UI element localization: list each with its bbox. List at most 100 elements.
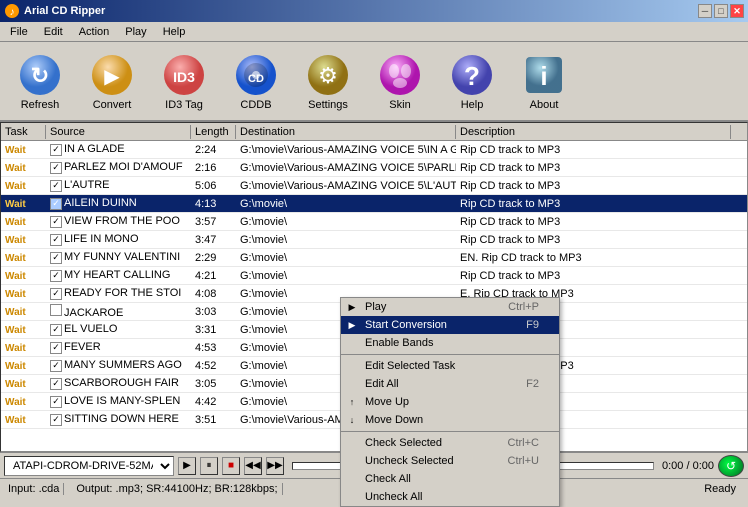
svg-text:i: i bbox=[540, 61, 547, 91]
settings-button[interactable]: ⚙ Settings bbox=[296, 51, 360, 111]
length-cell: 5:06 bbox=[191, 179, 236, 193]
titlebar-controls: ─ □ ✕ bbox=[698, 4, 744, 18]
cddb-button[interactable]: CD CDDB bbox=[224, 51, 288, 111]
track-checkbox[interactable] bbox=[50, 304, 62, 316]
id3tag-button[interactable]: ID3 ID3 Tag bbox=[152, 51, 216, 111]
context-menu-shortcut: F2 bbox=[526, 378, 539, 390]
about-button[interactable]: i About bbox=[512, 51, 576, 111]
length-cell: 3:47 bbox=[191, 233, 236, 247]
track-checkbox[interactable]: ✓ bbox=[50, 144, 62, 156]
length-cell: 4:13 bbox=[191, 197, 236, 211]
context-menu-item[interactable]: Enable Bands bbox=[341, 334, 559, 352]
track-checkbox[interactable]: ✓ bbox=[50, 414, 62, 426]
source-cell: ✓MY FUNNY VALENTINI bbox=[46, 250, 191, 265]
track-checkbox[interactable]: ✓ bbox=[50, 162, 62, 174]
source-cell: ✓READY FOR THE STOI bbox=[46, 286, 191, 301]
svg-text:CD: CD bbox=[248, 73, 264, 85]
convert-button[interactable]: ▶ Convert bbox=[80, 51, 144, 111]
table-row[interactable]: Wait ✓IN A GLADE 2:24 G:\movie\Various-A… bbox=[1, 141, 747, 159]
menu-file[interactable]: File bbox=[2, 24, 36, 40]
context-menu-item[interactable]: Uncheck All bbox=[341, 488, 559, 506]
menu-play[interactable]: Play bbox=[117, 24, 154, 40]
track-checkbox[interactable]: ✓ bbox=[50, 360, 62, 372]
id3tag-label: ID3 Tag bbox=[165, 99, 203, 111]
length-cell: 4:52 bbox=[191, 359, 236, 373]
wait-badge: Wait bbox=[5, 343, 26, 354]
track-checkbox[interactable]: ✓ bbox=[50, 198, 62, 210]
refresh-button[interactable]: ↻ Refresh bbox=[8, 51, 72, 111]
context-menu-item[interactable]: Uncheck SelectedCtrl+U bbox=[341, 452, 559, 470]
track-checkbox[interactable]: ✓ bbox=[50, 396, 62, 408]
track-checkbox[interactable]: ✓ bbox=[50, 180, 62, 192]
maximize-button[interactable]: □ bbox=[714, 4, 728, 18]
track-checkbox[interactable]: ✓ bbox=[50, 324, 62, 336]
track-checkbox[interactable]: ✓ bbox=[50, 216, 62, 228]
menu-help[interactable]: Help bbox=[155, 24, 194, 40]
track-checkbox[interactable]: ✓ bbox=[50, 234, 62, 246]
task-cell: Wait bbox=[1, 215, 46, 229]
source-cell: ✓PARLEZ MOI D'AMOUF bbox=[46, 160, 191, 175]
context-menu-item-label: Move Down bbox=[365, 414, 423, 426]
context-menu-item[interactable]: Check All bbox=[341, 470, 559, 488]
prev-button[interactable]: ◀◀ bbox=[244, 457, 262, 475]
menu-action[interactable]: Action bbox=[71, 24, 118, 40]
main-content: Task Source Length Destination Descripti… bbox=[0, 122, 748, 452]
action-button[interactable]: ↺ bbox=[718, 455, 744, 477]
track-checkbox[interactable]: ✓ bbox=[50, 288, 62, 300]
play-button[interactable]: ▶ bbox=[178, 457, 196, 475]
wait-badge: Wait bbox=[5, 253, 26, 264]
minimize-button[interactable]: ─ bbox=[698, 4, 712, 18]
length-cell: 4:42 bbox=[191, 395, 236, 409]
length-cell: 4:21 bbox=[191, 269, 236, 283]
table-row[interactable]: Wait ✓MY FUNNY VALENTINI 2:29 G:\movie\ … bbox=[1, 249, 747, 267]
skin-button[interactable]: Skin bbox=[368, 51, 432, 111]
device-select[interactable]: ATAPI-CDROM-DRIVE-52MAX 52BE bbox=[4, 456, 174, 476]
context-menu-item-label: Uncheck All bbox=[365, 491, 422, 503]
next-button[interactable]: ▶▶ bbox=[266, 457, 284, 475]
context-menu-item[interactable]: Edit Selected Task bbox=[341, 357, 559, 375]
context-menu-separator bbox=[341, 354, 559, 355]
length-cell: 2:16 bbox=[191, 161, 236, 175]
dest-cell: G:\movie\ bbox=[236, 269, 456, 283]
table-row[interactable]: Wait ✓VIEW FROM THE POO 3:57 G:\movie\ R… bbox=[1, 213, 747, 231]
task-cell: Wait bbox=[1, 359, 46, 373]
length-cell: 2:24 bbox=[191, 143, 236, 157]
menu-edit[interactable]: Edit bbox=[36, 24, 71, 40]
wait-badge: Wait bbox=[5, 271, 26, 282]
context-menu-item[interactable]: Edit AllF2 bbox=[341, 375, 559, 393]
track-checkbox[interactable]: ✓ bbox=[50, 252, 62, 264]
wait-badge: Wait bbox=[5, 199, 26, 210]
context-menu-item[interactable]: ↑Move Up bbox=[341, 393, 559, 411]
task-cell: Wait bbox=[1, 197, 46, 211]
context-menu-item[interactable]: ↓Move Down bbox=[341, 411, 559, 429]
track-checkbox[interactable]: ✓ bbox=[50, 378, 62, 390]
length-cell: 3:05 bbox=[191, 377, 236, 391]
stop-button[interactable]: ■ bbox=[222, 457, 240, 475]
table-row[interactable]: Wait ✓LIFE IN MONO 3:47 G:\movie\ Rip CD… bbox=[1, 231, 747, 249]
help-button[interactable]: ? Help bbox=[440, 51, 504, 111]
task-cell: Wait bbox=[1, 395, 46, 409]
table-row[interactable]: Wait ✓AILEIN DUINN 4:13 G:\movie\ Rip CD… bbox=[1, 195, 747, 213]
context-menu-item[interactable]: ▶PlayCtrl+P bbox=[341, 298, 559, 316]
close-button[interactable]: ✕ bbox=[730, 4, 744, 18]
context-menu-item-icon: ▶ bbox=[345, 318, 359, 332]
task-cell: Wait bbox=[1, 305, 46, 319]
wait-badge: Wait bbox=[5, 361, 26, 372]
wait-badge: Wait bbox=[5, 217, 26, 228]
task-cell: Wait bbox=[1, 323, 46, 337]
context-menu-item[interactable]: ▶Start ConversionF9 bbox=[341, 316, 559, 334]
table-row[interactable]: Wait ✓L'AUTRE 5:06 G:\movie\Various-AMAZ… bbox=[1, 177, 747, 195]
dest-cell: G:\movie\ bbox=[236, 233, 456, 247]
task-cell: Wait bbox=[1, 413, 46, 427]
table-row[interactable]: Wait ✓MY HEART CALLING 4:21 G:\movie\ Ri… bbox=[1, 267, 747, 285]
table-row[interactable]: Wait ✓PARLEZ MOI D'AMOUF 2:16 G:\movie\V… bbox=[1, 159, 747, 177]
id3tag-icon: ID3 bbox=[160, 51, 208, 99]
desc-cell: EN. Rip CD track to MP3 bbox=[456, 251, 747, 265]
track-checkbox[interactable]: ✓ bbox=[50, 270, 62, 282]
context-menu-shortcut: Ctrl+U bbox=[508, 455, 539, 467]
task-cell: Wait bbox=[1, 251, 46, 265]
track-checkbox[interactable]: ✓ bbox=[50, 342, 62, 354]
context-menu-item[interactable]: Check SelectedCtrl+C bbox=[341, 434, 559, 452]
pause-button[interactable]: ⏸ bbox=[200, 457, 218, 475]
source-cell: ✓VIEW FROM THE POO bbox=[46, 214, 191, 229]
